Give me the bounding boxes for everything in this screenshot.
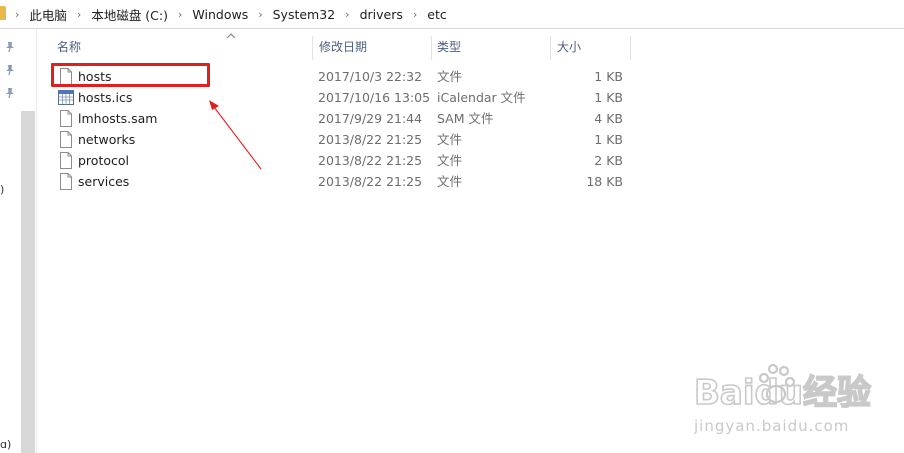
file-name: lmhosts.sam	[78, 111, 158, 126]
file-date: 2013/8/22 21:25	[318, 132, 423, 147]
file-type: iCalendar 文件	[437, 90, 526, 105]
chevron-right-icon[interactable]: ›	[338, 8, 356, 21]
file-icon	[60, 110, 72, 127]
file-size: 1 KB	[594, 69, 623, 84]
file-date: 2013/8/22 21:25	[318, 174, 423, 189]
watermark-url: jingyan.baidu.com	[694, 417, 849, 435]
file-row-lmhosts-sam[interactable]: lmhosts.sam 2017/9/29 21:44 SAM 文件 4 KB	[48, 108, 668, 129]
pin-icon[interactable]	[4, 41, 16, 53]
column-header-type[interactable]: 类型	[428, 34, 548, 60]
pin-icon[interactable]	[4, 64, 16, 76]
pin-icon[interactable]	[4, 87, 16, 99]
file-icon	[60, 131, 72, 148]
column-header-size[interactable]: 大小	[548, 34, 630, 60]
breadcrumb-etc[interactable]: etc	[424, 7, 449, 22]
column-header-name[interactable]: 名称	[48, 34, 312, 60]
annotation-highlight-box	[51, 63, 210, 87]
file-type: SAM 文件	[437, 111, 494, 126]
file-size: 1 KB	[594, 90, 623, 105]
breadcrumb-this-pc[interactable]: 此电脑	[26, 5, 70, 24]
chevron-right-icon[interactable]: ›	[406, 8, 424, 21]
file-size: 4 KB	[594, 111, 623, 126]
file-name: services	[78, 174, 130, 189]
file-type: 文件	[437, 174, 463, 189]
chevron-right-icon[interactable]: ›	[70, 8, 88, 21]
file-row-networks[interactable]: networks 2013/8/22 21:25 文件 1 KB	[48, 129, 668, 150]
watermark-brand: Baidu经验	[694, 373, 871, 413]
nav-item-text[interactable]: )	[0, 183, 4, 196]
file-date: 2017/10/3 22:32	[318, 69, 423, 84]
file-date: 2017/9/29 21:44	[318, 111, 423, 126]
nav-item-text[interactable]: ɑ)	[0, 438, 11, 451]
file-type: 文件	[437, 69, 463, 84]
file-name: hosts.ics	[78, 90, 133, 105]
file-date: 2017/10/16 13:05	[318, 90, 431, 105]
breadcrumb: › 此电脑 › 本地磁盘 (C:) › Windows › System32 ›…	[8, 0, 450, 28]
baidu-jingyan-watermark: Baidu经验 jingyan.baidu.com	[694, 363, 872, 435]
file-icon	[60, 152, 72, 169]
chevron-right-icon[interactable]: ›	[251, 8, 269, 21]
folder-icon	[0, 6, 6, 20]
chevron-right-icon[interactable]: ›	[171, 8, 189, 21]
nav-scrollbar[interactable]	[21, 111, 35, 453]
navigation-pane: ) ɑ)	[0, 29, 37, 453]
column-divider[interactable]	[630, 36, 631, 60]
breadcrumb-drivers[interactable]: drivers	[357, 7, 406, 22]
file-row-hosts-ics[interactable]: hosts.ics 2017/10/16 13:05 iCalendar 文件 …	[48, 87, 668, 108]
file-name: networks	[78, 132, 136, 147]
chevron-right-icon[interactable]: ›	[8, 8, 26, 21]
file-name: protocol	[78, 153, 129, 168]
column-header-date[interactable]: 修改日期	[310, 34, 430, 60]
file-size: 18 KB	[586, 174, 623, 189]
file-row-protocol[interactable]: protocol 2013/8/22 21:25 文件 2 KB	[48, 150, 668, 171]
breadcrumb-local-disk[interactable]: 本地磁盘 (C:)	[88, 5, 171, 24]
file-date: 2013/8/22 21:25	[318, 153, 423, 168]
file-type: 文件	[437, 153, 463, 168]
calendar-file-icon	[58, 90, 74, 105]
file-type: 文件	[437, 132, 463, 147]
file-icon	[60, 173, 72, 190]
file-row-services[interactable]: services 2013/8/22 21:25 文件 18 KB	[48, 171, 668, 192]
file-size: 1 KB	[594, 132, 623, 147]
breadcrumb-windows[interactable]: Windows	[189, 7, 251, 22]
file-size: 2 KB	[594, 153, 623, 168]
address-bar[interactable]: › 此电脑 › 本地磁盘 (C:) › Windows › System32 ›…	[0, 0, 904, 29]
breadcrumb-system32[interactable]: System32	[270, 7, 339, 22]
